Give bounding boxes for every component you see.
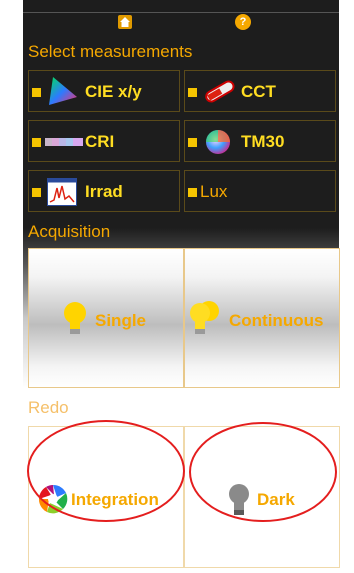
measure-label: CIE x/y xyxy=(85,82,142,101)
top-bar: ? xyxy=(23,0,339,40)
single-button[interactable]: Single xyxy=(28,248,184,388)
measure-lux[interactable]: Lux xyxy=(184,170,336,212)
annotation-circle-integration xyxy=(27,420,185,522)
continuous-label: Continuous xyxy=(229,311,324,330)
measure-cri[interactable]: CRI xyxy=(28,120,180,162)
measure-label: TM30 xyxy=(241,132,285,151)
help-glyph: ? xyxy=(239,16,247,28)
checkbox[interactable] xyxy=(188,188,197,197)
continuous-button[interactable]: Continuous xyxy=(184,248,340,388)
measure-cie-xy[interactable]: CIE x/y xyxy=(28,70,180,112)
measure-label: Lux xyxy=(200,182,228,201)
checkbox[interactable] xyxy=(32,88,41,97)
color-swatches-icon xyxy=(45,138,83,146)
checkbox[interactable] xyxy=(32,188,41,197)
checkbox[interactable] xyxy=(188,138,197,147)
annotation-circle-dark xyxy=(189,422,337,522)
measurements-title: Select measurements xyxy=(28,42,193,61)
measure-label: CRI xyxy=(85,132,115,151)
home-icon[interactable] xyxy=(118,15,132,29)
app-panel: ? Select measurements CIE x/y CCT CRI TM… xyxy=(23,0,340,573)
color-wheel-icon xyxy=(206,130,230,154)
measure-label: CCT xyxy=(241,82,276,101)
checkbox[interactable] xyxy=(32,138,41,147)
single-label: Single xyxy=(95,311,147,330)
measure-tm30[interactable]: TM30 xyxy=(184,120,336,162)
measure-cct[interactable]: CCT xyxy=(184,70,336,112)
lightbulbs-icon xyxy=(190,301,219,334)
cie-triangle-icon xyxy=(49,77,77,105)
top-divider xyxy=(23,12,339,13)
spectrum-chart-icon xyxy=(47,178,77,206)
lightbulb-icon xyxy=(64,302,86,334)
measure-irrad[interactable]: Irrad xyxy=(28,170,180,212)
acquisition-title: Acquisition xyxy=(28,222,111,241)
help-icon[interactable]: ? xyxy=(235,14,251,30)
checkbox[interactable] xyxy=(188,88,197,97)
thermometer-icon xyxy=(205,80,235,103)
measure-label: Irrad xyxy=(85,182,123,201)
redo-title: Redo xyxy=(28,398,69,417)
